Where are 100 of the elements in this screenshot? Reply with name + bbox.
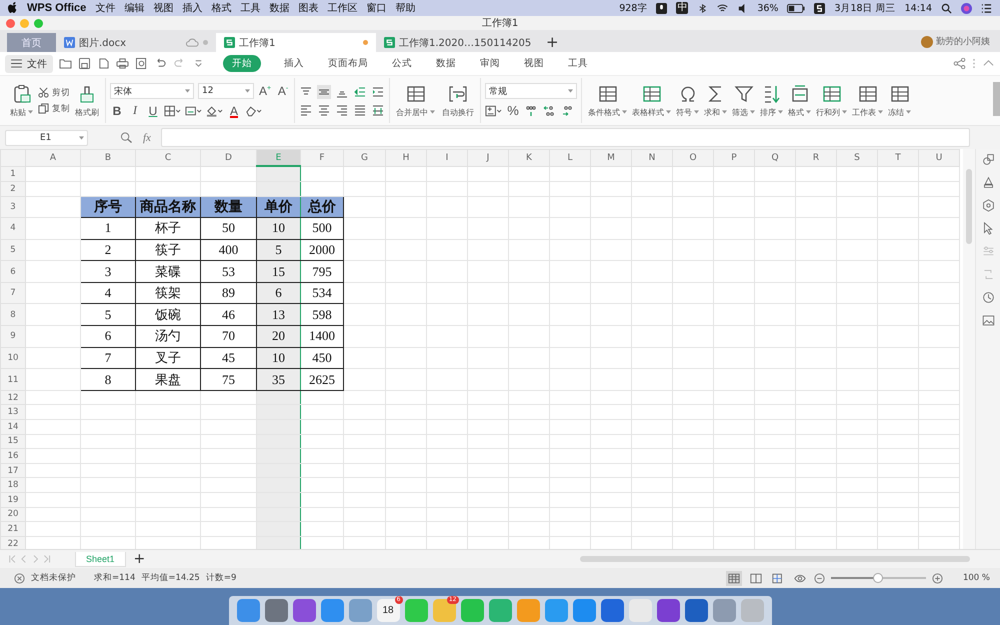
column-header[interactable]: L	[550, 150, 590, 166]
column-header[interactable]: H	[386, 150, 426, 166]
name-box[interactable]: E1	[5, 130, 88, 146]
number-format-icon[interactable]	[485, 104, 502, 116]
menu-item[interactable]: 工具	[240, 1, 260, 15]
column-header[interactable]: M	[590, 150, 632, 166]
shapes-icon[interactable]	[982, 153, 994, 166]
number-format-dropdown[interactable]: 常规	[485, 83, 577, 99]
app-icon[interactable]	[656, 599, 680, 622]
share-icon[interactable]	[953, 58, 966, 69]
row-header[interactable]: 22	[0, 536, 26, 549]
ribbon-button[interactable]: 条件格式	[586, 84, 629, 118]
cell-style-icon[interactable]	[185, 104, 202, 116]
column-header[interactable]: F	[300, 150, 344, 166]
row-header[interactable]: 8	[0, 304, 26, 326]
input-method-indicator[interactable]: 中	[676, 2, 688, 14]
column-header[interactable]: O	[672, 150, 714, 166]
zoom-out-icon[interactable]	[814, 572, 825, 584]
column-header[interactable]: D	[200, 150, 256, 166]
ribbon-button[interactable]: 符号	[674, 84, 701, 118]
app-status-icon[interactable]	[814, 2, 826, 14]
close-button[interactable]	[6, 19, 15, 28]
font-size-dropdown[interactable]: 12	[198, 83, 254, 99]
menu-item[interactable]: 格式	[211, 1, 232, 15]
column-header[interactable]: B	[80, 150, 136, 166]
row-header[interactable]: 14	[0, 420, 26, 434]
menu-item[interactable]: 工作区	[327, 1, 358, 15]
ribbon-tab[interactable]: 插入	[275, 55, 313, 72]
ribbon-button[interactable]: 表格样式	[630, 84, 673, 118]
document-tab[interactable]: 工作簿1.2020…150114205	[376, 33, 536, 52]
column-header[interactable]: N	[632, 150, 672, 166]
zoom-in-icon[interactable]	[932, 572, 943, 584]
increase-decimal-icon[interactable]	[542, 104, 556, 118]
ribbon-button[interactable]: 行和列	[814, 84, 849, 118]
font-color-button[interactable]: A	[227, 104, 241, 118]
new-tab-button[interactable]: +	[536, 33, 569, 52]
align-center-icon[interactable]	[317, 102, 331, 116]
app-icon[interactable]	[684, 599, 708, 622]
align-left-icon[interactable]	[299, 102, 313, 116]
row-header[interactable]: 2	[0, 181, 26, 196]
apple-icon[interactable]	[8, 2, 18, 14]
decrease-decimal-icon[interactable]	[560, 104, 574, 118]
merge-center-button[interactable]: 合并居中	[394, 84, 437, 118]
document-tab[interactable]: 图片.docx	[56, 33, 216, 52]
justify-icon[interactable]	[353, 102, 367, 116]
column-header[interactable]: S	[836, 150, 878, 166]
ribbon-button[interactable]: 冻结	[886, 84, 913, 118]
decrease-indent-icon[interactable]	[353, 84, 367, 98]
column-header[interactable]: C	[136, 150, 200, 166]
image-icon[interactable]	[982, 314, 994, 327]
column-header[interactable]: G	[344, 150, 386, 166]
microphone-icon[interactable]	[656, 2, 668, 14]
print-icon[interactable]	[116, 58, 129, 69]
row-header[interactable]: 18	[0, 478, 26, 492]
ribbon-tab[interactable]: 数据	[427, 55, 465, 72]
file-menu-button[interactable]: 文件	[5, 54, 53, 72]
format-painter-button[interactable]: 格式刷	[73, 84, 101, 118]
menu-item[interactable]: 数据	[269, 1, 290, 15]
thousands-separator-icon[interactable]	[524, 104, 538, 118]
row-header[interactable]: 17	[0, 463, 26, 478]
row-header[interactable]: 10	[0, 347, 26, 369]
menu-item[interactable]: 视图	[153, 1, 174, 15]
avatar[interactable]	[921, 36, 933, 48]
row-header[interactable]: 15	[0, 434, 26, 449]
export-icon[interactable]	[97, 58, 110, 69]
print-preview-icon[interactable]	[135, 58, 148, 69]
align-right-icon[interactable]	[335, 102, 349, 116]
ribbon-tab[interactable]: 公式	[383, 55, 421, 72]
menu-item[interactable]: 文件	[95, 1, 116, 15]
menu-item[interactable]: 插入	[182, 1, 202, 15]
user-name[interactable]: 勤劳的小阿姨	[933, 35, 1000, 52]
siri-icon[interactable]	[961, 2, 972, 14]
eraser-icon[interactable]	[245, 104, 262, 116]
hexagon-icon[interactable]	[982, 199, 994, 212]
zoom-level[interactable]: 100 %	[962, 573, 990, 583]
ribbon-button[interactable]: 格式	[786, 84, 813, 118]
font-dropdown[interactable]: 宋体	[110, 83, 194, 99]
menu-item[interactable]: 帮助	[395, 1, 416, 15]
text-style-button[interactable]: B	[110, 104, 124, 118]
paste-button[interactable]: 粘贴	[8, 84, 35, 118]
zoom-icon[interactable]	[120, 132, 133, 143]
bluetooth-icon[interactable]	[697, 2, 708, 14]
column-header[interactable]: P	[714, 150, 754, 166]
menu-item[interactable]: 图表	[298, 1, 318, 15]
column-header[interactable]: T	[878, 150, 918, 166]
menu-item[interactable]: 窗口	[366, 1, 386, 15]
text-style-button[interactable]: I	[128, 103, 142, 118]
row-header[interactable]: 3	[0, 196, 26, 218]
align-middle-icon[interactable]	[317, 84, 331, 98]
row-header[interactable]: 5	[0, 239, 26, 261]
distribute-icon[interactable]	[371, 102, 385, 116]
column-header[interactable]: A	[26, 150, 80, 166]
vertical-scrollbar[interactable]	[963, 149, 975, 549]
app-menu[interactable]: WPS Office	[27, 2, 86, 14]
menu-item[interactable]: 编辑	[124, 1, 144, 15]
normal-view-icon[interactable]	[726, 570, 742, 586]
ribbon-button[interactable]: 求和	[702, 84, 729, 118]
app-icon[interactable]	[292, 599, 316, 622]
row-header[interactable]: 4	[0, 218, 26, 240]
search-icon[interactable]	[941, 2, 952, 14]
